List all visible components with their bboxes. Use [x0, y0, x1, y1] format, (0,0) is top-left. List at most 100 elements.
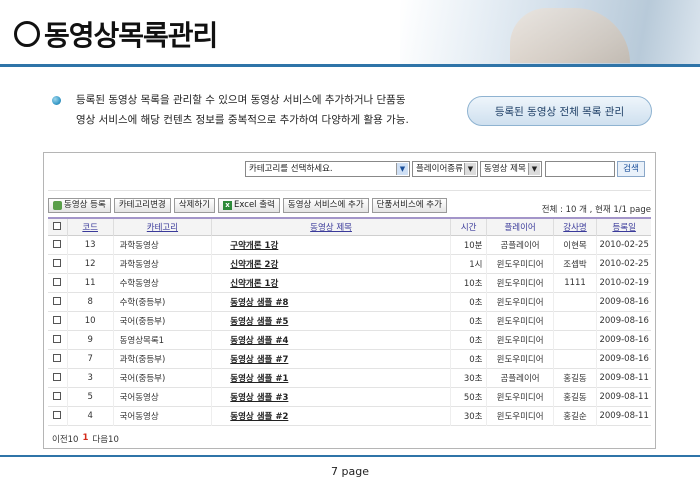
cell-player: 윈도우미디어	[486, 254, 554, 273]
cell-category: 수학(중등부)	[113, 292, 213, 311]
pager-prev-link[interactable]: 이전10	[52, 433, 78, 445]
row-checkbox[interactable]	[53, 316, 62, 324]
table-row: 12 과학동영상 신약개론 2강 1시 윈도우미디어 조셉박 2010-02-25	[48, 254, 651, 273]
cell-code: 7	[67, 349, 114, 368]
cell-teacher	[553, 311, 598, 330]
pager-next-link[interactable]: 다음10	[92, 433, 118, 445]
video-list-panel: 카테고리를 선택하세요. ▼ 플레이어종류 ▼ 동영상 제목 ▼ 검색 동영상 …	[43, 152, 656, 449]
cell-player: 윈도우미디어	[486, 406, 554, 425]
cell-title-link[interactable]: 동영상 샘플 #4	[211, 330, 451, 349]
row-checkbox[interactable]	[53, 240, 62, 248]
cell-player: 윈도우미디어	[486, 349, 554, 368]
cell-time: 10초	[450, 273, 488, 292]
chevron-down-icon[interactable]: ▼	[528, 163, 540, 175]
slide-header: 동영상목록관리	[0, 0, 700, 68]
column-header-date[interactable]: 등록일	[597, 218, 651, 235]
table-row: 11 수학동영상 신약개론 1강 10초 윈도우미디어 1111 2010-02-19	[48, 273, 651, 292]
cell-date: 2010-02-25	[599, 258, 649, 269]
search-input[interactable]	[545, 161, 615, 177]
cell-category: 국어동영상	[113, 406, 213, 425]
cell-category: 과학(중등부)	[113, 349, 213, 368]
cell-date: 2009-08-11	[599, 410, 649, 421]
cell-teacher: 이현목	[553, 235, 598, 254]
column-header-player: 플레이어	[486, 218, 554, 235]
manage-all-videos-button[interactable]: 등록된 동영상 전체 목록 관리	[467, 96, 652, 126]
cell-date: 2009-08-16	[599, 315, 649, 326]
table-row: 3 국어(중등부) 동영상 샘플 #1 30초 곰플레이어 홍길동 2009-08-11	[48, 368, 651, 387]
cell-title-link[interactable]: 동영상 샘플 #5	[211, 311, 451, 330]
pager-current-page[interactable]: 1	[82, 433, 88, 445]
cell-title-link[interactable]: 동영상 샘플 #1	[211, 368, 451, 387]
cell-code: 9	[67, 330, 114, 349]
excel-export-button[interactable]: x Excel 출력	[218, 198, 280, 213]
intro-line-1: 등록된 동영상 목록을 관리할 수 있으며 동영상 서비스에 추가하거나 단품동	[76, 94, 406, 106]
column-header-code[interactable]: 코드	[67, 218, 114, 235]
row-checkbox-cell	[48, 387, 68, 406]
cell-category: 수학동영상	[113, 273, 213, 292]
row-checkbox-cell	[48, 311, 68, 330]
intro-line-2: 영상 서비스에 해당 컨텐츠 정보를 중복적으로 추가하여 다양하게 활용 가능…	[76, 114, 409, 126]
header-photo	[400, 0, 700, 66]
chevron-down-icon[interactable]: ▼	[396, 163, 408, 175]
cell-title-link[interactable]: 동영상 샘플 #8	[211, 292, 451, 311]
cell-player: 윈도우미디어	[486, 330, 554, 349]
column-header-category[interactable]: 카테고리	[113, 218, 213, 235]
cell-code: 13	[67, 235, 114, 254]
cell-date: 2009-08-16	[599, 296, 649, 307]
change-category-button[interactable]: 카테고리변경	[113, 198, 171, 213]
cell-category: 동영상목록1	[113, 330, 213, 349]
cell-player: 윈도우미디어	[486, 273, 554, 292]
search-button[interactable]: 검색	[617, 161, 645, 177]
row-checkbox[interactable]	[53, 411, 62, 419]
row-checkbox[interactable]	[53, 278, 62, 286]
cell-time: 30초	[450, 406, 488, 425]
cell-time: 50초	[450, 387, 488, 406]
delete-button[interactable]: 삭제하기	[173, 198, 216, 213]
cell-player: 윈도우미디어	[486, 311, 554, 330]
row-checkbox-cell	[48, 330, 68, 349]
filter-bar: 카테고리를 선택하세요. ▼ 플레이어종류 ▼ 동영상 제목 ▼ 검색	[44, 161, 655, 179]
cell-time: 0초	[450, 349, 488, 368]
search-field-select[interactable]: 동영상 제목 ▼	[480, 161, 542, 177]
row-checkbox-cell	[48, 273, 68, 292]
row-checkbox-cell	[48, 349, 68, 368]
cell-code: 10	[67, 311, 114, 330]
row-checkbox[interactable]	[53, 297, 62, 305]
row-checkbox[interactable]	[53, 354, 62, 362]
video-register-icon	[53, 201, 62, 210]
cell-title-link[interactable]: 동영상 샘플 #3	[211, 387, 451, 406]
add-to-single-service-button[interactable]: 단품서비스에 추가	[371, 198, 447, 213]
cell-date: 2010-02-25	[599, 239, 649, 250]
cell-teacher: 조셉박	[553, 254, 598, 273]
select-all-checkbox[interactable]	[53, 222, 62, 231]
cell-title-link[interactable]: 동영상 샘플 #2	[211, 406, 451, 425]
row-checkbox[interactable]	[53, 373, 62, 381]
column-header-teacher[interactable]: 강사명	[553, 218, 598, 235]
row-checkbox[interactable]	[53, 392, 62, 400]
footer-divider	[0, 455, 700, 457]
video-table: 코드 카테고리 동영상 제목 시간 플레이어 강사명 등록일 13 과학동영상 구약…	[48, 217, 651, 426]
category-select[interactable]: 카테고리를 선택하세요. ▼	[245, 161, 410, 177]
register-video-button[interactable]: 동영상 등록	[48, 198, 111, 213]
cell-title-link[interactable]: 신약개론 2강	[211, 254, 451, 273]
cell-teacher: 홍길동	[553, 387, 598, 406]
player-type-select[interactable]: 플레이어종류 ▼	[412, 161, 478, 177]
cell-code: 11	[67, 273, 114, 292]
cell-time: 0초	[450, 292, 488, 311]
action-toolbar: 동영상 등록 카테고리변경 삭제하기 x Excel 출력 동영상 서비스에 추…	[48, 198, 447, 214]
cell-category: 국어(중등부)	[113, 368, 213, 387]
row-checkbox-cell	[48, 406, 68, 425]
add-to-video-service-button[interactable]: 동영상 서비스에 추가	[282, 198, 369, 213]
circle-icon	[14, 21, 40, 47]
cell-player: 윈도우미디어	[486, 387, 554, 406]
row-checkbox[interactable]	[53, 259, 62, 267]
search-field-value: 동영상 제목	[484, 164, 526, 174]
cell-title-link[interactable]: 신약개론 1강	[211, 273, 451, 292]
cell-category: 과학동영상	[113, 254, 213, 273]
row-checkbox[interactable]	[53, 335, 62, 343]
cell-teacher: 홍길순	[553, 406, 598, 425]
column-header-title[interactable]: 동영상 제목	[211, 218, 451, 235]
chevron-down-icon[interactable]: ▼	[464, 163, 476, 175]
cell-title-link[interactable]: 구약개론 1강	[211, 235, 451, 254]
cell-title-link[interactable]: 동영상 샘플 #7	[211, 349, 451, 368]
